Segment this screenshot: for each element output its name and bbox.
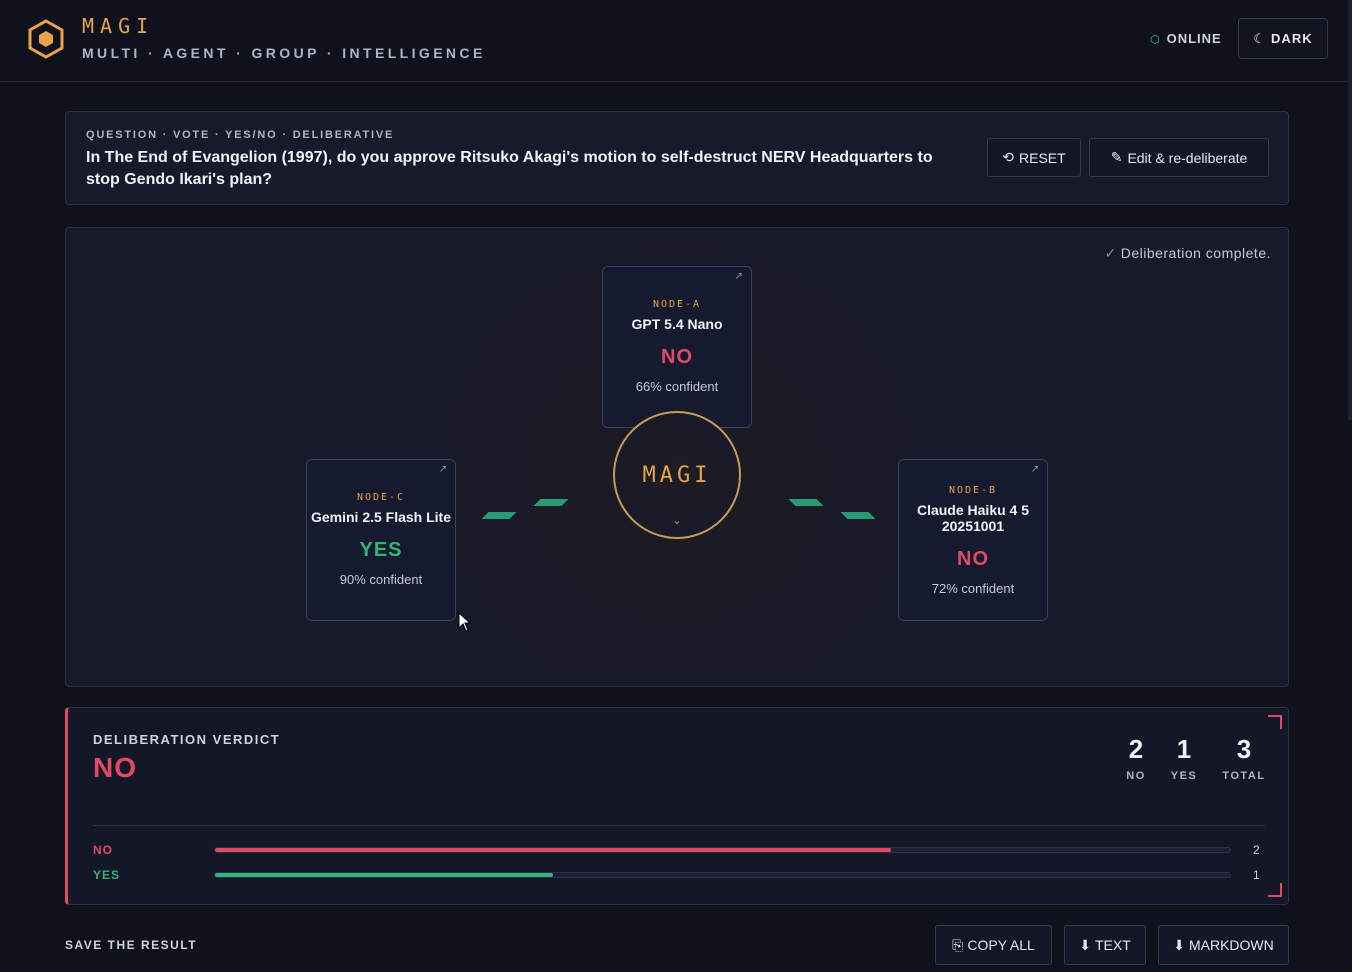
bar-label-no: NO bbox=[93, 843, 113, 857]
moon-icon: ☾ bbox=[1253, 30, 1267, 46]
tally-label: TOTAL bbox=[1222, 770, 1266, 782]
tally-label: YES bbox=[1170, 770, 1198, 782]
node-confidence: 72% confident bbox=[931, 581, 1015, 596]
status-dot-icon: ⬡ bbox=[1150, 34, 1161, 46]
clipboard-icon: ⎘ bbox=[952, 936, 964, 953]
status-indicator: ⬡ ONLINE bbox=[1150, 31, 1222, 46]
copy-all-button[interactable]: ⎘ COPY ALL bbox=[935, 925, 1052, 965]
app-subtitle: MULTI · AGENT · GROUP · INTELLIGENCE bbox=[82, 45, 486, 61]
node-card-c[interactable]: ↗ NODE-C Gemini 2.5 Flash Lite YES 90% c… bbox=[306, 459, 456, 621]
copy-all-label: COPY ALL bbox=[967, 937, 1035, 953]
deliberation-status-text: Deliberation complete. bbox=[1120, 245, 1271, 261]
link-segment bbox=[533, 499, 569, 506]
tally-label: NO bbox=[1126, 770, 1146, 782]
text-label: TEXT bbox=[1094, 937, 1131, 953]
save-result-label: SAVE THE RESULT bbox=[65, 938, 198, 952]
node-vote: NO bbox=[661, 346, 693, 368]
node-model: Gemini 2.5 Flash Lite bbox=[310, 509, 452, 525]
node-vote: YES bbox=[359, 539, 403, 561]
bar-track-yes bbox=[214, 872, 1231, 878]
node-card-a[interactable]: ↗ NODE-A GPT 5.4 Nano NO 66% confident bbox=[602, 266, 752, 428]
corner-bracket-icon bbox=[1268, 883, 1282, 897]
status-text: ONLINE bbox=[1166, 31, 1222, 46]
expand-icon[interactable]: ↗ bbox=[735, 271, 743, 282]
node-tag: NODE-C bbox=[356, 492, 406, 503]
node-model: Claude Haiku 4 5 20251001 bbox=[916, 502, 1030, 534]
link-segment bbox=[840, 512, 876, 519]
tally-number: 1 bbox=[1176, 734, 1192, 764]
download-text-button[interactable]: ⬇ TEXT bbox=[1064, 925, 1146, 965]
deliberation-status: ✓ Deliberation complete. bbox=[1104, 245, 1271, 262]
theme-toggle-button[interactable]: ☾ DARK bbox=[1238, 18, 1328, 59]
bar-track-no bbox=[214, 847, 1231, 853]
core-label: MAGI bbox=[642, 462, 712, 488]
verdict-panel: DELIBERATION VERDICT NO 2 NO 1 YES 3 TOT… bbox=[65, 707, 1289, 905]
bar-fill-yes bbox=[215, 873, 553, 877]
tally-yes: 1 YES bbox=[1159, 732, 1209, 782]
app-header: MAGI MULTI · AGENT · GROUP · INTELLIGENC… bbox=[0, 0, 1352, 82]
theme-label: DARK bbox=[1271, 31, 1313, 46]
question-meta: QUESTION · VOTE · YES/NO · DELIBERATIVE bbox=[86, 129, 395, 141]
verdict-result: NO bbox=[93, 752, 137, 783]
node-confidence: 66% confident bbox=[635, 379, 719, 394]
verdict-label: DELIBERATION VERDICT bbox=[93, 732, 281, 747]
node-tag: NODE-B bbox=[948, 485, 998, 496]
node-confidence: 90% confident bbox=[339, 572, 423, 587]
pencil-icon: ✎ bbox=[1110, 149, 1123, 165]
question-panel: QUESTION · VOTE · YES/NO · DELIBERATIVE … bbox=[65, 111, 1289, 205]
node-model: GPT 5.4 Nano bbox=[631, 316, 723, 332]
tally-number: 3 bbox=[1236, 734, 1252, 764]
download-markdown-button[interactable]: ⬇ MARKDOWN bbox=[1158, 925, 1289, 965]
edit-label: Edit & re-deliberate bbox=[1127, 149, 1248, 166]
reset-icon: ⟲ bbox=[1002, 149, 1015, 165]
expand-icon[interactable]: ↗ bbox=[439, 464, 447, 475]
magi-core: MAGI ⌄ bbox=[613, 411, 741, 539]
link-segment bbox=[788, 499, 824, 506]
node-card-b[interactable]: ↗ NODE-B Claude Haiku 4 5 20251001 NO 72… bbox=[898, 459, 1048, 621]
tally-number: 2 bbox=[1128, 734, 1144, 764]
reset-button[interactable]: ⟲ RESET bbox=[987, 138, 1081, 177]
hexagon-logo-icon bbox=[28, 19, 64, 59]
app-title: MAGI bbox=[82, 14, 155, 38]
chevron-down-icon: ⌄ bbox=[672, 515, 682, 527]
tally-no: 2 NO bbox=[1111, 732, 1161, 782]
deliberation-stage: ✓ Deliberation complete. ↗ NODE-A GPT 5.4… bbox=[65, 227, 1289, 687]
node-tag: NODE-A bbox=[652, 299, 702, 310]
download-icon: ⬇ bbox=[1079, 936, 1091, 953]
bar-count-no: 2 bbox=[1253, 843, 1260, 857]
link-segment bbox=[481, 512, 517, 519]
divider bbox=[93, 825, 1265, 826]
markdown-label: MARKDOWN bbox=[1188, 937, 1274, 953]
node-vote: NO bbox=[957, 548, 989, 570]
bar-count-yes: 1 bbox=[1253, 868, 1260, 882]
check-icon: ✓ bbox=[1104, 245, 1117, 261]
corner-bracket-icon bbox=[1268, 715, 1282, 729]
bar-fill-no bbox=[215, 848, 891, 852]
expand-icon[interactable]: ↗ bbox=[1031, 464, 1039, 475]
bar-label-yes: YES bbox=[93, 868, 121, 882]
mouse-cursor-icon bbox=[458, 612, 472, 632]
question-text: In The End of Evangelion (1997), do you … bbox=[86, 149, 933, 188]
tally-total: 3 TOTAL bbox=[1214, 732, 1274, 782]
scrollbar-thumb[interactable] bbox=[1348, 0, 1352, 420]
reset-label: RESET bbox=[1019, 149, 1066, 166]
edit-redeliberate-button[interactable]: ✎ Edit & re-deliberate bbox=[1089, 138, 1269, 177]
download-icon: ⬇ bbox=[1173, 936, 1185, 953]
